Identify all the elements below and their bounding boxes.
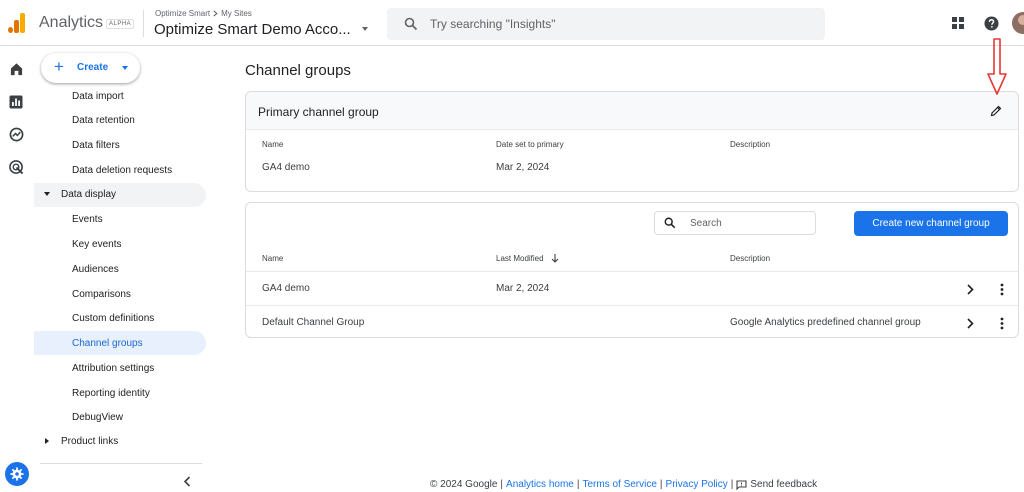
breadcrumb[interactable]: Optimize Smart My Sites bbox=[155, 9, 252, 18]
row-name-cell[interactable]: GA4 demo bbox=[262, 283, 310, 294]
footer-separator: | bbox=[500, 479, 504, 490]
pencil-edit-icon[interactable] bbox=[990, 105, 1002, 117]
row-name-cell[interactable]: Default Channel Group bbox=[262, 317, 364, 328]
nav-data-filters[interactable]: Data filters bbox=[72, 140, 120, 151]
section-label: Product links bbox=[61, 436, 119, 447]
nav-debugview[interactable]: DebugView bbox=[72, 412, 123, 423]
footer-separator: | bbox=[576, 479, 580, 490]
terms-of-service-link[interactable]: Terms of Service bbox=[582, 479, 656, 490]
privacy-policy-link[interactable]: Privacy Policy bbox=[666, 479, 728, 490]
footer: © 2024 Google | Analytics home | Terms o… bbox=[430, 479, 817, 490]
home-icon[interactable] bbox=[9, 62, 24, 76]
search-placeholder: Search bbox=[690, 218, 722, 229]
caret-down-icon[interactable] bbox=[362, 27, 368, 31]
search-icon bbox=[404, 17, 418, 31]
channel-search-input[interactable]: Search bbox=[654, 211, 816, 235]
advertising-icon[interactable] bbox=[9, 160, 24, 175]
section-label: Data display bbox=[61, 189, 117, 200]
top-bar: Analytics ALPHA Optimize Smart My Sites … bbox=[0, 0, 1024, 46]
footer-separator: | bbox=[659, 479, 663, 490]
create-new-channel-group-button[interactable]: Create new channel group bbox=[854, 211, 1008, 236]
nav-data-retention[interactable]: Data retention bbox=[72, 115, 135, 126]
app-name[interactable]: Analytics bbox=[39, 14, 103, 32]
caret-down-icon bbox=[44, 192, 50, 196]
alpha-badge: ALPHA bbox=[106, 19, 135, 29]
search-bar[interactable]: Try searching "Insights" bbox=[387, 8, 825, 40]
apps-grid-icon[interactable] bbox=[952, 17, 964, 29]
account-selector[interactable]: Optimize Smart Demo Acco... bbox=[154, 21, 359, 38]
chevron-right-icon bbox=[213, 10, 218, 17]
analytics-logo-icon[interactable] bbox=[8, 13, 26, 33]
collapse-chevron-left-icon[interactable] bbox=[183, 476, 192, 487]
explore-icon[interactable] bbox=[9, 127, 24, 142]
nav-section-data-display[interactable]: Data display bbox=[34, 183, 206, 207]
card-header: Primary channel group bbox=[246, 92, 1018, 130]
chevron-right-icon[interactable] bbox=[966, 318, 974, 329]
nav-audiences[interactable]: Audiences bbox=[72, 264, 119, 275]
reports-icon[interactable] bbox=[9, 95, 23, 109]
gear-icon bbox=[10, 467, 24, 481]
create-button[interactable]: + Create bbox=[41, 53, 140, 83]
caret-right-icon bbox=[45, 438, 49, 444]
send-feedback-link[interactable]: Send feedback bbox=[750, 479, 817, 490]
primary-channel-group-card: Primary channel group Name Date set to p… bbox=[245, 91, 1019, 192]
breadcrumb-parent[interactable]: Optimize Smart bbox=[155, 9, 210, 18]
page-title: Channel groups bbox=[245, 62, 351, 79]
nav-custom-definitions[interactable]: Custom definitions bbox=[72, 313, 154, 324]
search-icon bbox=[664, 217, 676, 229]
copyright: © 2024 Google bbox=[430, 479, 498, 490]
sort-arrow-down-icon[interactable] bbox=[551, 253, 559, 263]
row-modified-cell: Mar 2, 2024 bbox=[496, 283, 550, 294]
feedback-icon[interactable] bbox=[736, 479, 747, 490]
divider bbox=[40, 463, 202, 464]
card-title: Primary channel group bbox=[258, 105, 379, 119]
plus-icon: + bbox=[54, 57, 64, 76]
nav-data-deletion-requests[interactable]: Data deletion requests bbox=[72, 165, 172, 176]
column-header-date-set: Date set to primary bbox=[496, 140, 564, 149]
avatar[interactable] bbox=[1012, 12, 1024, 34]
footer-separator: | bbox=[730, 479, 734, 490]
breadcrumb-child[interactable]: My Sites bbox=[221, 9, 252, 18]
divider bbox=[143, 10, 144, 37]
nav-events[interactable]: Events bbox=[72, 214, 103, 225]
nav-reporting-identity[interactable]: Reporting identity bbox=[72, 388, 150, 399]
primary-name-cell: GA4 demo bbox=[262, 162, 310, 173]
admin-settings-button[interactable] bbox=[5, 462, 29, 486]
analytics-home-link[interactable]: Analytics home bbox=[506, 479, 574, 490]
more-vert-icon[interactable] bbox=[1000, 283, 1004, 296]
channel-groups-list-card: Search Create new channel group Name Las… bbox=[245, 202, 1019, 338]
left-rail bbox=[0, 47, 34, 492]
more-vert-icon[interactable] bbox=[1000, 317, 1004, 330]
annotation-arrow-icon bbox=[987, 38, 1007, 95]
chevron-right-icon[interactable] bbox=[966, 284, 974, 295]
table-row[interactable]: Default Channel Group Google Analytics p… bbox=[246, 306, 1018, 338]
row-description-cell: Google Analytics predefined channel grou… bbox=[730, 317, 921, 328]
column-header-description: Description bbox=[730, 254, 771, 263]
help-icon[interactable] bbox=[984, 16, 999, 31]
nav-attribution-settings[interactable]: Attribution settings bbox=[72, 363, 154, 374]
search-placeholder: Try searching "Insights" bbox=[430, 17, 556, 31]
nav-comparisons[interactable]: Comparisons bbox=[72, 289, 131, 300]
table-row[interactable]: GA4 demo Mar 2, 2024 bbox=[246, 272, 1018, 305]
nav-section-product-links[interactable]: Product links bbox=[34, 430, 206, 454]
nav-key-events[interactable]: Key events bbox=[72, 239, 121, 250]
column-header-description: Description bbox=[730, 140, 771, 149]
column-header-name: Name bbox=[262, 140, 284, 149]
primary-date-cell: Mar 2, 2024 bbox=[496, 162, 550, 173]
create-label: Create bbox=[77, 62, 109, 73]
nav-data-import[interactable]: Data import bbox=[72, 91, 124, 102]
column-header-last-modified[interactable]: Last Modified bbox=[496, 254, 544, 263]
caret-down-icon bbox=[122, 66, 128, 70]
nav-channel-groups[interactable]: Channel groups bbox=[72, 338, 143, 349]
column-header-name[interactable]: Name bbox=[262, 254, 283, 263]
